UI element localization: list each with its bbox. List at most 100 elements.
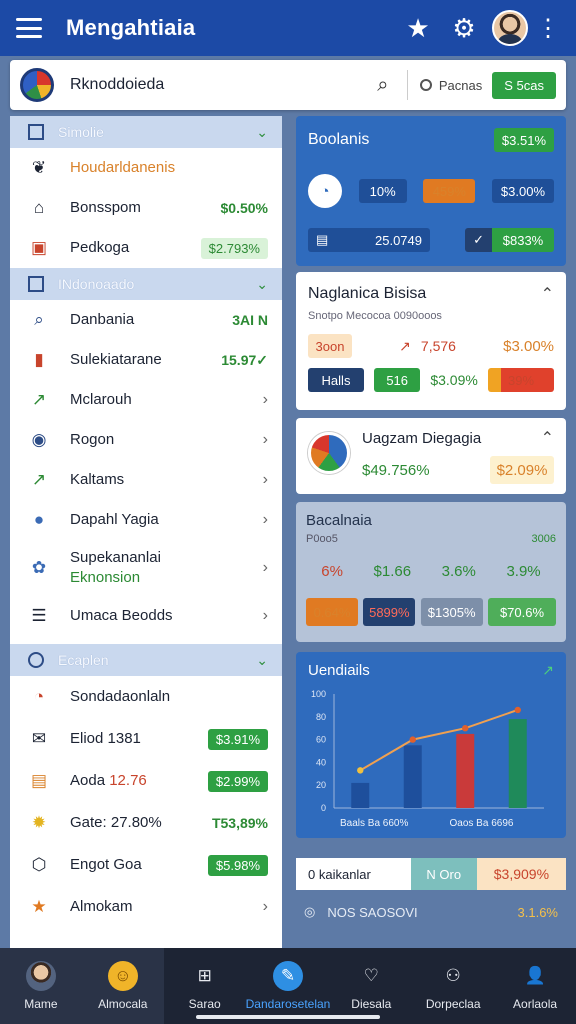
list-item[interactable]: ★ Almokam › xyxy=(10,886,282,928)
stat-value: 25.0749 xyxy=(375,232,422,248)
trend-up-icon: ↗ xyxy=(542,662,554,678)
trend-point xyxy=(462,725,469,732)
list-item[interactable]: ✿ Supekananlai Eknonsion › xyxy=(10,540,282,596)
stat-value: $1.66 xyxy=(373,563,412,580)
item-value: $0.50% xyxy=(220,200,268,216)
list-item[interactable]: ● Dapahl Yagia › xyxy=(10,500,282,540)
grid-icon: ▤ xyxy=(316,232,329,247)
list-item[interactable]: ↗ Mclarouh › xyxy=(10,380,282,420)
card-title: Bacalnaia xyxy=(306,512,372,529)
settings-icon[interactable]: ⚙ xyxy=(444,8,484,48)
item-label-group: Supekananlai Eknonsion xyxy=(70,548,263,588)
clipboard-icon: ▤ xyxy=(30,771,48,790)
search-input[interactable]: Rknoddoieda xyxy=(70,76,371,94)
bottom-tab-strip: 0 kaikanlar N Oro $3,909% xyxy=(296,858,566,890)
list-item[interactable]: ❦ Houdarldanenis xyxy=(10,148,282,188)
list-item[interactable]: ☰ Umaca Beodds › xyxy=(10,596,282,636)
nav-item-dashboard[interactable]: ✎ Dandarosetelan xyxy=(246,948,330,1024)
nav-item-sarao[interactable]: ⊞ Sarao xyxy=(164,948,246,1024)
nav-item-home[interactable]: Mame xyxy=(0,948,82,1024)
chart-bar xyxy=(456,733,475,808)
chevron-down-icon: ⌄ xyxy=(256,651,268,668)
item-label: Houdarldanenis xyxy=(70,159,176,176)
nav-label: Aorlaola xyxy=(513,997,558,1011)
list-item[interactable]: ⬡ Engot Goa $5.98% xyxy=(10,844,282,886)
nav-item-dorpeclaa[interactable]: ⚇ Dorpeclaa xyxy=(412,948,494,1024)
list-item[interactable]: ▮ Sulekiatarane 15.97✓ xyxy=(10,340,282,380)
stat-value: 6% xyxy=(321,563,343,580)
profile-avatar-icon xyxy=(25,961,56,991)
trend-point xyxy=(409,736,416,743)
y-tick-label: 40 xyxy=(316,757,326,767)
card-title: Naglanica Bisisa xyxy=(308,285,427,302)
nav-label: Sarao xyxy=(188,997,221,1011)
menu-icon[interactable] xyxy=(16,18,42,38)
item-label: Umaca Beodds xyxy=(70,607,173,624)
trend-line xyxy=(359,709,519,772)
list-item[interactable]: ↗ Kaltams › xyxy=(10,460,282,500)
nav-item-almocala[interactable]: ☺ Almocala xyxy=(81,948,164,1024)
stat-chip-wide: ▤ 25.0749 xyxy=(308,228,430,252)
list-item[interactable]: ▣ Pedkoga $2.793% xyxy=(10,228,282,268)
tab-right[interactable]: $3,909% xyxy=(476,858,566,890)
toggle-option[interactable]: Pacnas xyxy=(419,77,483,93)
mail-icon: ✉ xyxy=(31,729,47,748)
stat-chip-pair: ✓ $833% xyxy=(465,228,554,252)
nav-label: Mame xyxy=(24,997,58,1011)
list-item[interactable]: ⌂ Bonsspom $0.50% xyxy=(10,188,282,228)
tab-left[interactable]: 0 kaikanlar xyxy=(296,858,411,890)
item-value-badge: $3.91% xyxy=(207,728,268,750)
stat-value: 3.6% xyxy=(441,563,476,580)
trend-up-icon: ↗ xyxy=(31,390,47,409)
chevron-down-icon: ⌄ xyxy=(256,123,268,140)
item-label-group: Aoda 12.76 xyxy=(70,771,208,791)
nav-item-aorlaola[interactable]: 👤 Aorlaola xyxy=(494,948,576,1024)
sidebar-panel: Simolie ⌄ ❦ Houdarldanenis ⌂ Bonsspom $0… xyxy=(10,116,282,948)
stat-value: $833% xyxy=(492,228,554,252)
star-icon[interactable]: ★ xyxy=(398,8,438,48)
list-item[interactable]: ✹ Gate: 27.80% T53,89% xyxy=(10,802,282,844)
nav-item-diesala[interactable]: ♡ Diesala xyxy=(330,948,412,1024)
section-header[interactable]: Ecaplen ⌄ xyxy=(10,644,282,676)
trend-icon: ↗ xyxy=(399,337,411,354)
trends-chart-card[interactable]: Uendiails ↗ 100 80 60 40 20 0 Baals Ba 660% Oao… xyxy=(296,652,566,838)
users-icon: ● xyxy=(33,510,45,529)
list-item[interactable]: ⌕ Danbania 3AI N xyxy=(10,300,282,340)
search-icon[interactable]: ⌕ xyxy=(371,74,395,97)
section-header[interactable]: INdonoaado ⌄ xyxy=(10,268,282,300)
action-button[interactable]: S 5cas xyxy=(492,71,556,99)
chevron-up-icon[interactable]: ⌃ xyxy=(541,428,554,448)
item-sublabel: Eknonsion xyxy=(70,569,141,586)
radio-icon xyxy=(419,79,432,91)
list-item[interactable]: ◉ Rogon › xyxy=(10,420,282,460)
summary-card[interactable]: Naglanica Bisisa ⌃ Snotpo Mecocoa 0090oo… xyxy=(296,272,566,410)
bar-chart-icon: ▮ xyxy=(34,350,44,369)
metrics-card[interactable]: Bacalnaia P0oo5 3006 6% $1.66 3.6% 3.9% … xyxy=(296,502,566,642)
clock-icon: ◔ xyxy=(33,687,45,706)
chevron-right-icon: › xyxy=(262,431,268,448)
trend-point xyxy=(357,767,364,774)
stat-chip: $1305% xyxy=(420,598,483,626)
chart-bar xyxy=(351,782,370,808)
section-header[interactable]: Simolie ⌄ xyxy=(10,116,282,148)
chevron-right-icon: › xyxy=(262,898,268,915)
more-menu-icon[interactable]: ⋮ xyxy=(536,8,560,48)
list-item[interactable]: ◔ Sondadaonlaln xyxy=(10,676,282,718)
list-item[interactable]: ▤ Aoda 12.76 $2.99% xyxy=(10,760,282,802)
target-icon: ◎ xyxy=(304,904,316,919)
profile-button[interactable] xyxy=(490,8,530,48)
y-tick-label: 60 xyxy=(316,735,326,745)
toggle-label: Pacnas xyxy=(438,77,483,93)
highlight-card[interactable]: Uagzam Diegagia ⌃ $49.756% $2.09% xyxy=(296,418,566,494)
chevron-right-icon: › xyxy=(262,607,268,624)
stat-chip: 0.64% xyxy=(306,598,358,626)
nav-label: Almocala xyxy=(98,997,148,1011)
bottom-navigation: Mame ☺ Almocala ⊞ Sarao ✎ Dandarosetelan… xyxy=(0,948,576,1024)
balance-card[interactable]: Boolanis $3.51% ◔ 10% 459% $3.00% ▤ 25.0… xyxy=(296,116,566,266)
item-label: Gate: 27.80% xyxy=(70,814,162,831)
chevron-up-icon[interactable]: ⌃ xyxy=(541,284,554,304)
list-item[interactable]: ✉ Eliod 1381 $3.91% xyxy=(10,718,282,760)
tab-middle[interactable]: N Oro xyxy=(410,858,477,890)
stat-value: $3.09% xyxy=(430,372,478,388)
item-label: Danbania xyxy=(70,311,135,328)
